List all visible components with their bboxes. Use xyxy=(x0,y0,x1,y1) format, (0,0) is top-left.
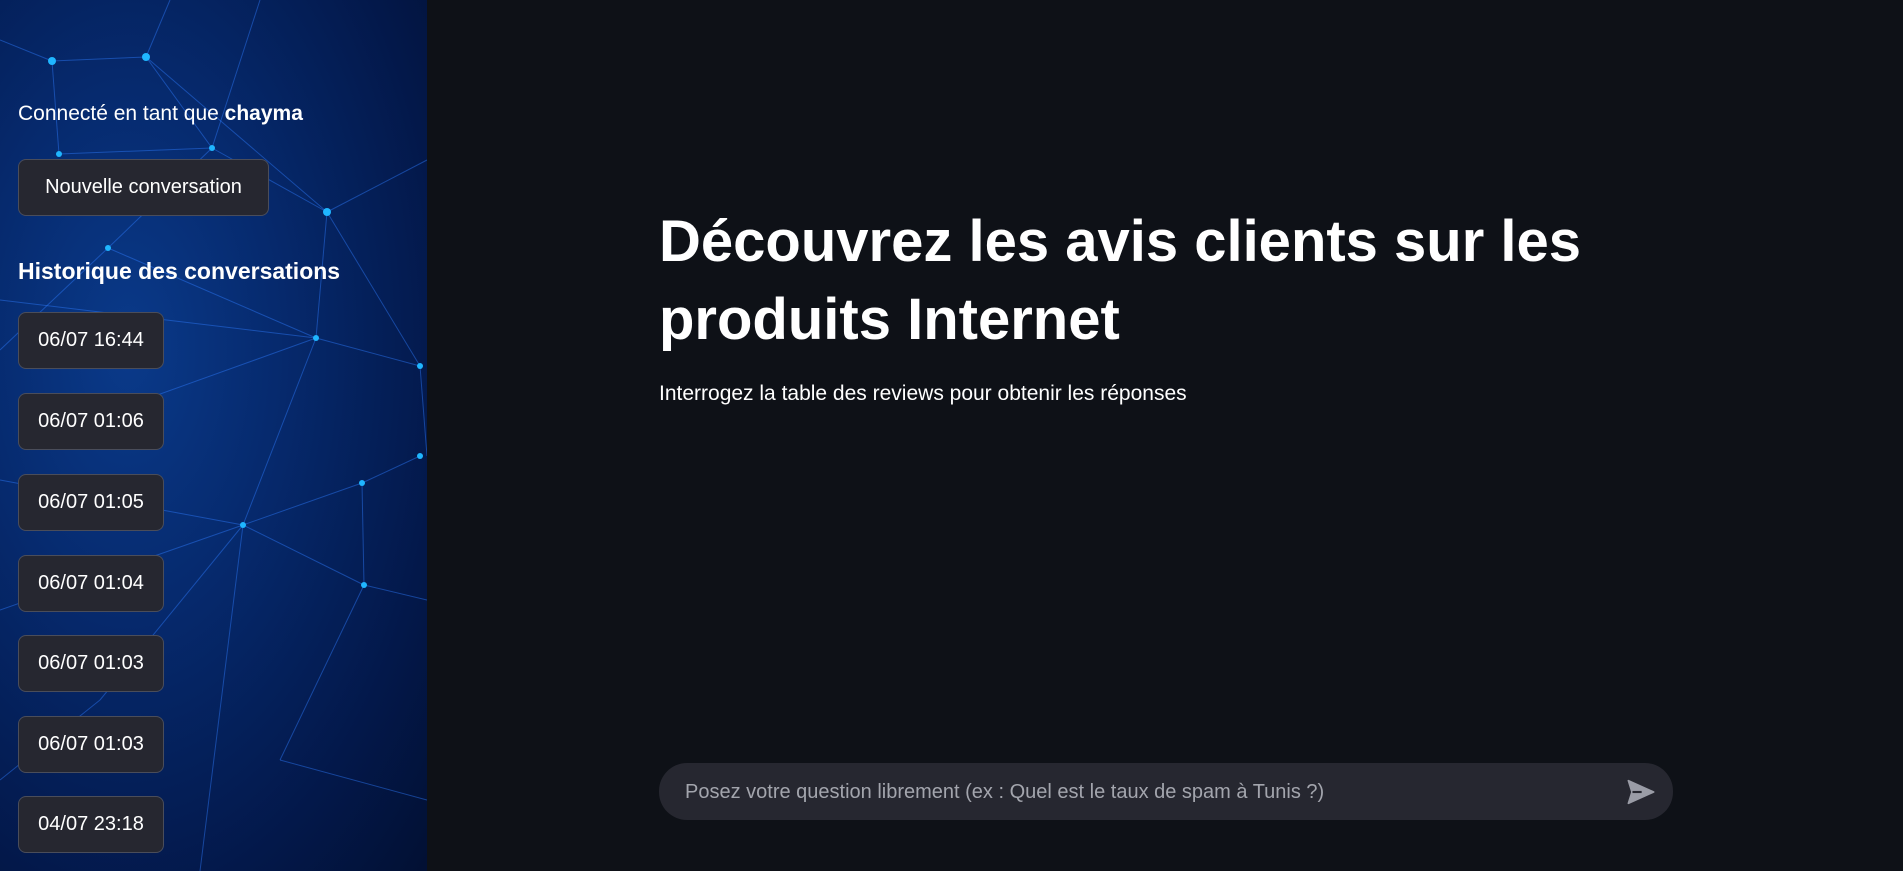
send-icon xyxy=(1627,779,1655,805)
page-subtitle: Interrogez la table des reviews pour obt… xyxy=(659,382,1187,405)
new-conversation-button[interactable]: Nouvelle conversation xyxy=(18,159,269,216)
history-item[interactable]: 06/07 16:44 xyxy=(18,312,164,369)
history-title: Historique des conversations xyxy=(18,258,341,284)
history-item[interactable]: 04/07 23:18 xyxy=(18,796,164,853)
history-item[interactable]: 06/07 01:04 xyxy=(18,555,164,612)
app-window: Connecté en tant que chayma Nouvelle con… xyxy=(0,0,1903,871)
chat-input[interactable] xyxy=(683,763,1607,822)
history-item[interactable]: 06/07 01:03 xyxy=(18,635,164,692)
page-title: Découvrez les avis clients sur les produ… xyxy=(659,209,1582,352)
chat-input-container xyxy=(659,763,1673,822)
send-button[interactable] xyxy=(1625,776,1657,808)
history-item[interactable]: 06/07 01:05 xyxy=(18,474,164,531)
username: chayma xyxy=(224,102,303,125)
history-item[interactable]: 06/07 01:06 xyxy=(18,393,164,450)
logged-in-prefix: Connecté en tant que xyxy=(18,102,219,125)
sidebar: Connecté en tant que chayma Nouvelle con… xyxy=(0,0,427,871)
history-item[interactable]: 06/07 01:03 xyxy=(18,716,164,773)
logged-in-label: Connecté en tant que chayma xyxy=(18,102,303,126)
main-area: Découvrez les avis clients sur les produ… xyxy=(427,0,1903,871)
